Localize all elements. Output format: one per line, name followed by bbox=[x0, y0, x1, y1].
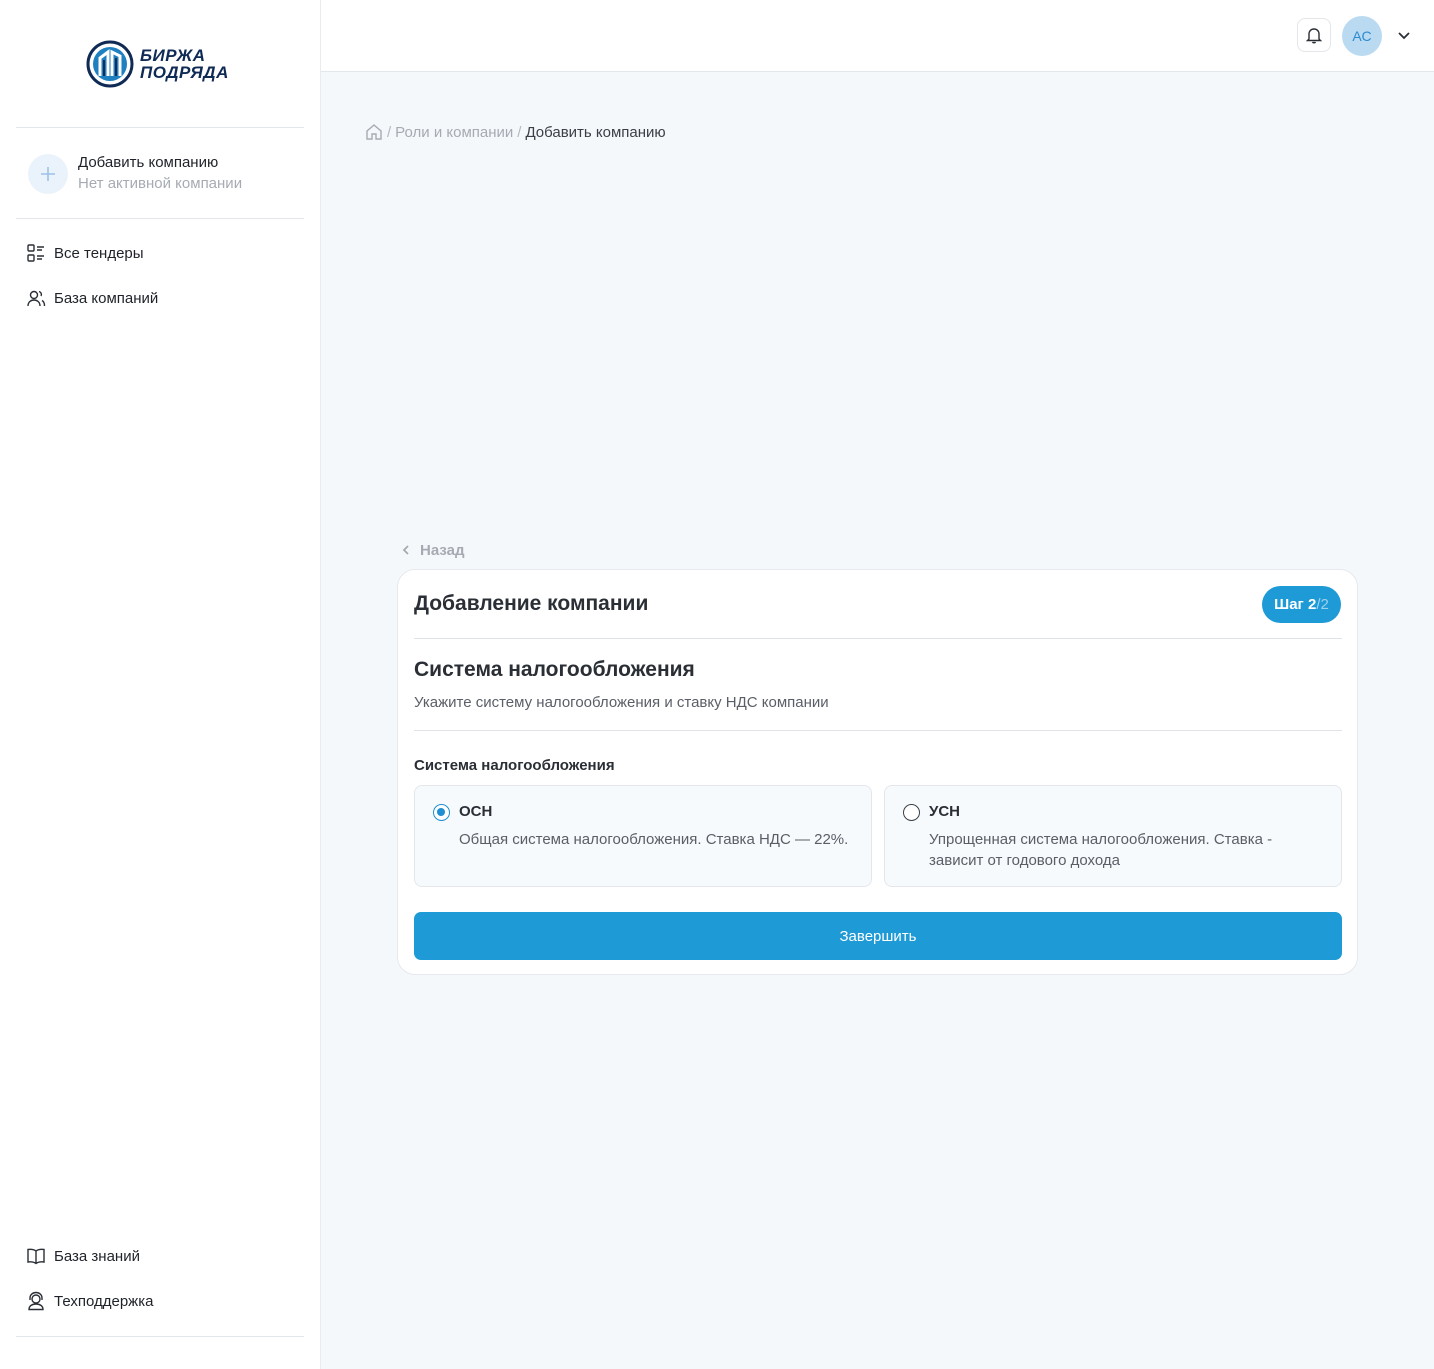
chevron-left-icon bbox=[402, 545, 409, 555]
support-icon bbox=[26, 1291, 46, 1311]
company-title: Добавить компанию bbox=[78, 154, 219, 171]
sidebar-item-support[interactable]: Техподдержка bbox=[26, 1289, 153, 1313]
sidebar-item-label: Все тендеры bbox=[54, 244, 144, 262]
card-divider bbox=[414, 730, 1342, 731]
step-current: Шаг 2 bbox=[1274, 596, 1317, 613]
logo-line-1: БИРЖА bbox=[140, 46, 206, 65]
plus-icon bbox=[28, 154, 68, 194]
avatar[interactable]: АС bbox=[1342, 16, 1382, 56]
sidebar: БИРЖА ПОДРЯДА Добавить компанию Нет акти… bbox=[0, 0, 321, 1369]
logo-line-2: ПОДРЯДА bbox=[140, 63, 229, 82]
step-badge: Шаг 2/2 bbox=[1262, 586, 1341, 623]
breadcrumb-current: Добавить компанию bbox=[525, 123, 666, 141]
users-icon bbox=[26, 288, 46, 308]
step-total: /2 bbox=[1316, 596, 1329, 613]
add-company-card: Добавление компании Шаг 2/2 Система нало… bbox=[397, 569, 1358, 975]
breadcrumb: / Роли и компании / Добавить компанию bbox=[365, 120, 666, 144]
breadcrumb-separator: / bbox=[517, 123, 522, 141]
sidebar-item-label: Техподдержка bbox=[54, 1292, 154, 1310]
breadcrumb-roles[interactable]: Роли и компании bbox=[395, 124, 513, 141]
home-icon[interactable] bbox=[365, 123, 383, 141]
logo[interactable]: БИРЖА ПОДРЯДА bbox=[86, 38, 246, 90]
card-divider bbox=[414, 638, 1342, 639]
radio-osn[interactable] bbox=[433, 804, 450, 821]
sidebar-divider bbox=[16, 127, 304, 128]
radio-usn[interactable] bbox=[903, 804, 920, 821]
company-info: Добавить компанию Нет активной компании bbox=[78, 153, 242, 195]
sidebar-item-label: База знаний bbox=[54, 1247, 140, 1265]
top-header: АС bbox=[321, 0, 1434, 72]
bell-icon bbox=[1305, 28, 1323, 44]
book-icon bbox=[26, 1246, 46, 1266]
finish-button[interactable]: Завершить bbox=[414, 912, 1342, 960]
logo-icon bbox=[86, 40, 134, 88]
section-description: Укажите систему налогообложения и ставку… bbox=[414, 694, 829, 711]
company-subtitle: Нет активной компании bbox=[78, 175, 243, 192]
sidebar-item-tenders[interactable]: Все тендеры bbox=[26, 241, 144, 265]
sidebar-item-companies[interactable]: База компаний bbox=[26, 286, 158, 310]
notifications-button[interactable] bbox=[1297, 18, 1331, 52]
back-label: Назад bbox=[420, 541, 465, 559]
sidebar-divider bbox=[16, 1336, 304, 1337]
sidebar-item-knowledge[interactable]: База знаний bbox=[26, 1244, 140, 1268]
chevron-down-icon[interactable] bbox=[1395, 26, 1413, 44]
sidebar-divider bbox=[16, 218, 304, 219]
option-description: Упрощенная система налогообложения. Став… bbox=[929, 831, 1273, 869]
logo-text: БИРЖА ПОДРЯДА bbox=[140, 47, 229, 81]
breadcrumb-separator: / bbox=[387, 123, 392, 141]
tax-system-label: Система налогообложения bbox=[414, 757, 615, 774]
option-title: ОСН bbox=[459, 803, 493, 820]
tax-option-usn[interactable]: УСН Упрощенная система налогообложения. … bbox=[884, 785, 1342, 887]
add-company-button[interactable]: Добавить компанию Нет активной компании bbox=[28, 152, 308, 196]
list-icon bbox=[26, 243, 46, 263]
card-title: Добавление компании bbox=[414, 592, 649, 615]
option-title: УСН bbox=[929, 803, 960, 820]
sidebar-item-label: База компаний bbox=[54, 289, 159, 307]
tax-option-osn[interactable]: ОСН Общая система налогообложения. Ставк… bbox=[414, 785, 872, 887]
section-title: Система налогообложения bbox=[414, 658, 695, 681]
back-button[interactable]: Назад bbox=[400, 540, 464, 560]
option-description: Общая система налогообложения. Ставка НД… bbox=[459, 831, 849, 848]
